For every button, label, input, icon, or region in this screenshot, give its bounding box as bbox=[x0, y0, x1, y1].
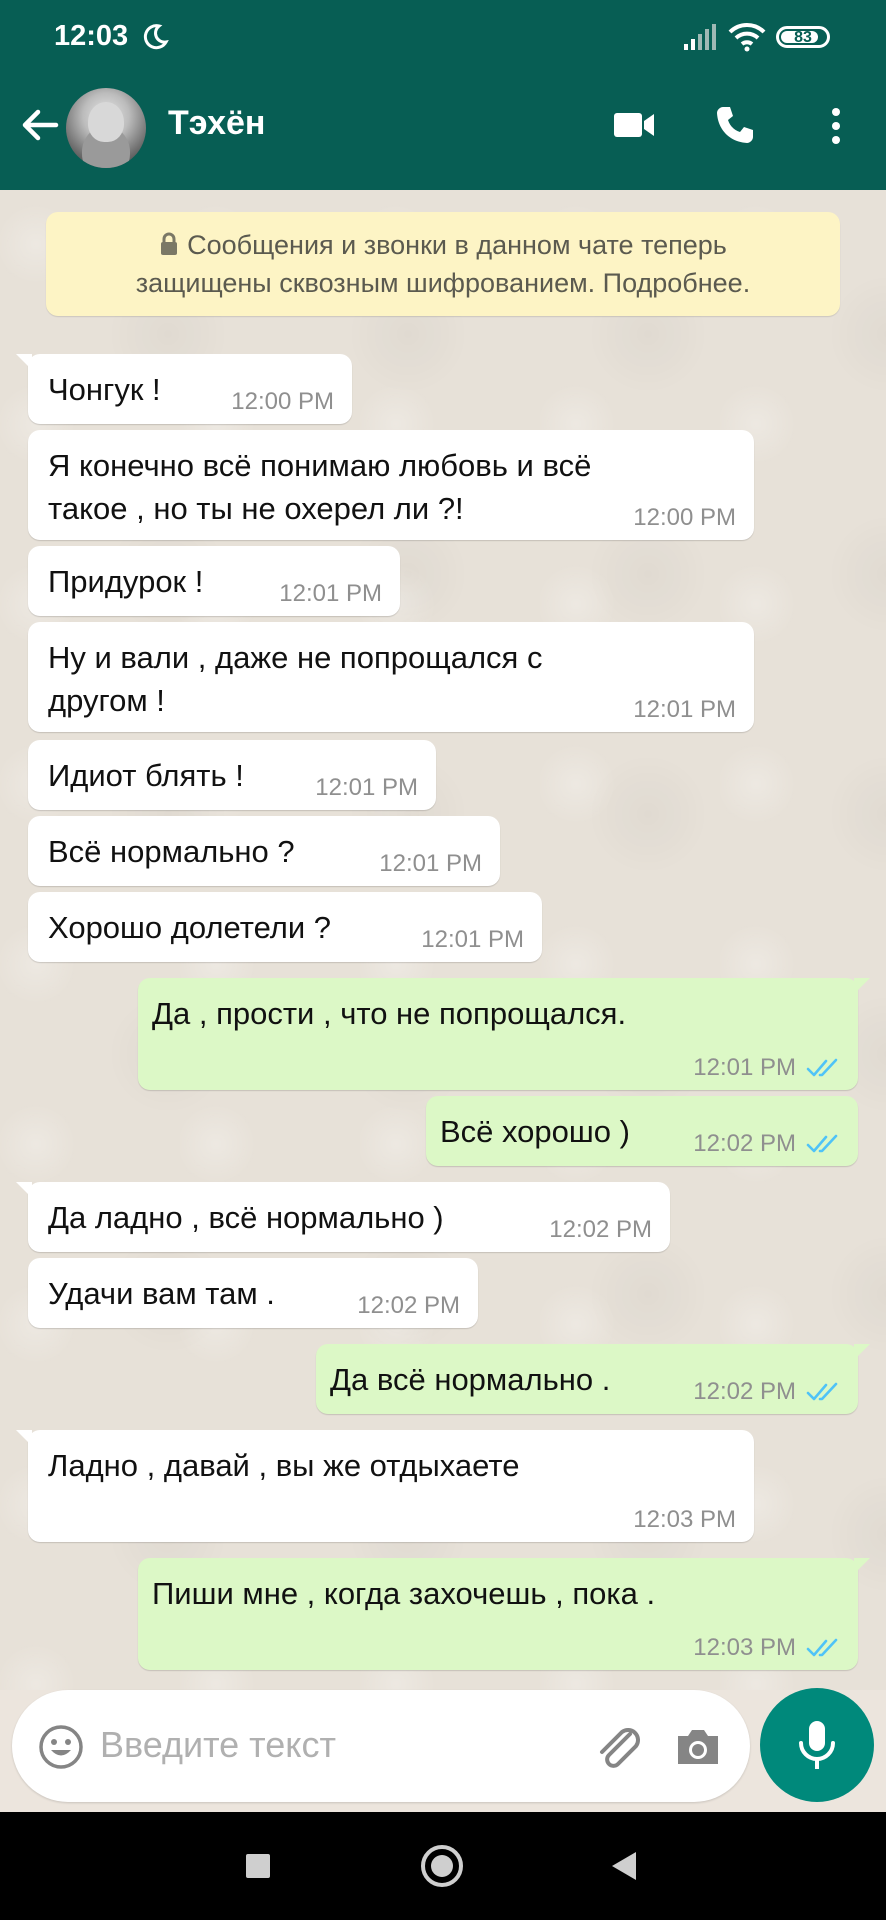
encryption-notice[interactable]: Сообщения и звонки в данном чате теперь … bbox=[46, 212, 840, 316]
message-text: Ну и вали , даже не попрощался с другом ! bbox=[48, 640, 543, 718]
message-composer: Введите текст bbox=[12, 1690, 750, 1802]
message-bubble[interactable]: Хорошо долетели ? 12:01 PM bbox=[28, 892, 542, 962]
battery-indicator: 83 bbox=[776, 26, 830, 48]
system-navigation-bar bbox=[0, 1812, 886, 1920]
lock-icon bbox=[161, 232, 178, 255]
read-ticks-icon bbox=[806, 1638, 838, 1657]
message-input[interactable]: Введите текст bbox=[100, 1724, 336, 1766]
phone-call-icon[interactable] bbox=[714, 104, 756, 146]
message-bubble[interactable]: Придурок ! 12:01 PM bbox=[28, 546, 400, 616]
message-text: Идиот блять ! bbox=[48, 758, 244, 793]
chat-area[interactable]: Сообщения и звонки в данном чате теперь … bbox=[0, 190, 886, 1690]
message-text: Всё хорошо ) bbox=[440, 1114, 630, 1149]
chat-header: Тэхён bbox=[0, 64, 886, 190]
message-time: 12:02 PM bbox=[549, 1216, 652, 1243]
message-bubble[interactable]: Всё нормально ? 12:01 PM bbox=[28, 816, 500, 886]
encryption-notice-line1: Сообщения и звонки в данном чате теперь bbox=[187, 230, 727, 260]
paperclip-icon[interactable] bbox=[592, 1720, 644, 1772]
message-bubble[interactable]: Пиши мне , когда захочешь , пока . 12:03… bbox=[138, 1558, 870, 1670]
message-text: Всё нормально ? bbox=[48, 834, 295, 869]
message-text: Удачи вам там . bbox=[48, 1276, 275, 1311]
message-bubble[interactable]: Ладно , давай , вы же отдыхаете 12:03 PM bbox=[16, 1430, 754, 1542]
message-text: Придурок ! bbox=[48, 564, 204, 599]
message-text: Да , прости , что не попрощался. bbox=[152, 996, 627, 1031]
message-text: Ладно , давай , вы же отдыхаете bbox=[48, 1448, 520, 1483]
message-text: Хорошо долетели ? bbox=[48, 910, 332, 945]
more-options-icon[interactable] bbox=[826, 106, 846, 146]
contact-name[interactable]: Тэхён bbox=[168, 104, 265, 143]
message-text: Да всё нормально . bbox=[330, 1362, 611, 1397]
message-time: 12:03 PM bbox=[693, 1634, 796, 1661]
message-bubble[interactable]: Чонгук ! 12:00 PM bbox=[16, 354, 352, 424]
back-triangle-icon[interactable] bbox=[610, 1850, 638, 1882]
video-call-icon[interactable] bbox=[612, 108, 656, 142]
microphone-button[interactable] bbox=[760, 1688, 874, 1802]
moon-icon bbox=[143, 24, 169, 50]
message-time: 12:03 PM bbox=[633, 1506, 736, 1533]
camera-icon[interactable] bbox=[674, 1726, 722, 1768]
read-ticks-icon bbox=[806, 1134, 838, 1153]
encryption-notice-line2: защищены сквозным шифрованием. Подробнее… bbox=[135, 268, 751, 298]
status-time: 12:03 bbox=[54, 20, 129, 52]
message-time: 12:02 PM bbox=[693, 1378, 796, 1405]
message-bubble[interactable]: Удачи вам там . 12:02 PM bbox=[28, 1258, 478, 1328]
message-time: 12:00 PM bbox=[633, 504, 736, 531]
message-text: Чонгук ! bbox=[48, 372, 161, 407]
read-ticks-icon bbox=[806, 1058, 838, 1077]
message-time: 12:01 PM bbox=[279, 580, 382, 607]
message-bubble[interactable]: Идиот блять ! 12:01 PM bbox=[28, 740, 436, 810]
message-bubble[interactable]: Да всё нормально . 12:02 PM bbox=[316, 1344, 870, 1414]
home-button[interactable] bbox=[421, 1845, 463, 1887]
message-time: 12:01 PM bbox=[421, 926, 524, 953]
message-time: 12:01 PM bbox=[315, 774, 418, 801]
status-bar: 12:03 83 bbox=[0, 0, 886, 64]
message-bubble[interactable]: Да , прости , что не попрощался. 12:01 P… bbox=[138, 978, 870, 1090]
contact-avatar[interactable] bbox=[66, 88, 146, 168]
read-ticks-icon bbox=[806, 1382, 838, 1401]
message-bubble[interactable]: Я конечно всё понимаю любовь и всё такое … bbox=[28, 430, 754, 540]
message-time: 12:00 PM bbox=[231, 388, 334, 415]
microphone-icon bbox=[799, 1721, 835, 1769]
wifi-icon bbox=[728, 22, 766, 52]
message-bubble[interactable]: Да ладно , всё нормально ) 12:02 PM bbox=[16, 1182, 670, 1252]
emoji-icon[interactable] bbox=[38, 1724, 84, 1770]
signal-icon bbox=[684, 24, 716, 50]
recent-apps-button[interactable] bbox=[246, 1854, 270, 1878]
battery-level: 83 bbox=[794, 29, 812, 46]
message-text: Я конечно всё понимаю любовь и всё такое … bbox=[48, 448, 592, 526]
message-bubble[interactable]: Ну и вали , даже не попрощался с другом !… bbox=[28, 622, 754, 732]
message-bubble[interactable]: Всё хорошо ) 12:02 PM bbox=[426, 1096, 858, 1166]
message-time: 12:02 PM bbox=[357, 1292, 460, 1319]
back-arrow-icon[interactable] bbox=[18, 104, 60, 146]
message-time: 12:02 PM bbox=[693, 1130, 796, 1157]
message-text: Пиши мне , когда захочешь , пока . bbox=[152, 1576, 656, 1611]
message-time: 12:01 PM bbox=[633, 696, 736, 723]
message-time: 12:01 PM bbox=[379, 850, 482, 877]
message-text: Да ладно , всё нормально ) bbox=[48, 1200, 444, 1235]
message-time: 12:01 PM bbox=[693, 1054, 796, 1081]
